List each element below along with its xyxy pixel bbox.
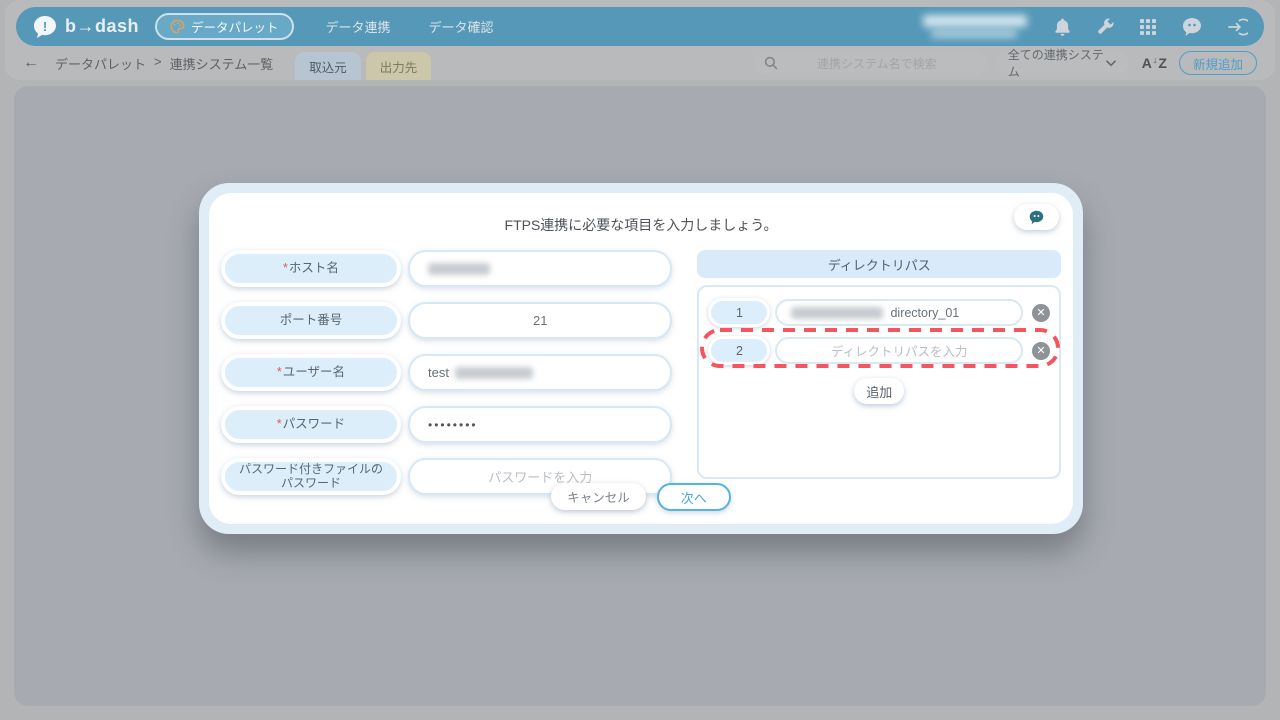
bell-icon[interactable] xyxy=(1053,17,1072,37)
svg-text:!: ! xyxy=(43,19,47,34)
data-palette-label: データパレット xyxy=(191,17,279,36)
apps-grid-icon[interactable] xyxy=(1139,18,1157,36)
breadcrumb-separator: > xyxy=(154,54,162,73)
logout-icon[interactable] xyxy=(1227,17,1248,37)
sort-arrow-icon: ↓ xyxy=(1153,56,1158,65)
wrench-icon[interactable] xyxy=(1096,17,1115,36)
data-palette-button[interactable]: データパレット xyxy=(155,13,294,40)
directory-path-panel: ディレクトリパス 1 directory_01 ✕ 2 ディレクトリパスを入力 xyxy=(697,250,1061,495)
source-tabs: 取込元 出力先 xyxy=(295,52,431,80)
tab-import-source[interactable]: 取込元 xyxy=(295,52,361,80)
ftps-form: *ホスト名 ポート番号 21 *ユーザー名 test *パスワード ••••••… xyxy=(221,250,672,495)
assistant-button[interactable] xyxy=(1014,204,1059,230)
file-password-label: パスワード付きファイルのパスワード xyxy=(221,458,401,495)
password-value-masked: •••••••• xyxy=(428,418,478,432)
add-directory-button[interactable]: 追加 xyxy=(854,378,904,404)
directory-panel-title: ディレクトリパス xyxy=(697,250,1061,278)
sort-z: Z xyxy=(1158,56,1167,70)
form-row-host: *ホスト名 xyxy=(221,250,672,287)
nav-item-data-integration[interactable]: データ連携 xyxy=(326,17,391,36)
system-filter-value: 全ての連携システム xyxy=(1008,46,1106,80)
account-name-redacted xyxy=(923,14,1031,40)
host-input[interactable] xyxy=(408,250,672,287)
add-new-button[interactable]: 新規追加 xyxy=(1179,51,1257,75)
ftps-settings-modal: FTPS連携に必要な項目を入力しましょう。 *ホスト名 ポート番号 21 *ユー… xyxy=(199,183,1083,534)
host-value-redacted xyxy=(428,263,490,275)
form-row-username: *ユーザー名 test xyxy=(221,354,672,391)
tab-output-destination[interactable]: 出力先 xyxy=(366,52,432,80)
sort-a: A xyxy=(1142,56,1152,70)
directory-list: 1 directory_01 ✕ 2 ディレクトリパスを入力 ✕ xyxy=(697,285,1061,479)
directory-path-input-2[interactable]: ディレクトリパスを入力 xyxy=(775,337,1023,364)
directory-1-prefix-redacted xyxy=(791,307,883,319)
form-row-port: ポート番号 21 xyxy=(221,302,672,339)
password-label: *パスワード xyxy=(221,406,401,443)
password-input[interactable]: •••••••• xyxy=(408,406,672,443)
sort-az-button[interactable]: A↓Z xyxy=(1142,56,1167,70)
nav-item-data-confirmation[interactable]: データ確認 xyxy=(429,17,494,36)
directory-row-1-index: 1 xyxy=(708,298,770,327)
host-label: *ホスト名 xyxy=(221,250,401,287)
directory-row-2-index: 2 xyxy=(708,336,770,365)
top-nav-links: データ連携 データ確認 xyxy=(326,17,494,36)
username-value-redacted xyxy=(455,367,533,379)
assistant-mascot-icon xyxy=(1028,210,1045,225)
search-icon xyxy=(764,56,778,70)
back-arrow-icon[interactable]: ← xyxy=(23,55,39,71)
breadcrumb-system-list: 連携システム一覧 xyxy=(170,54,274,73)
breadcrumb-data-palette[interactable]: データパレット xyxy=(55,54,146,73)
next-button[interactable]: 次へ xyxy=(657,483,731,511)
top-navigation-bar: ! b→dash データパレット データ連携 データ確認 xyxy=(16,7,1264,46)
system-filter-dropdown[interactable]: 全ての連携システム xyxy=(996,51,1128,75)
mascot-chat-icon[interactable] xyxy=(1181,17,1203,37)
directory-row-2-delete-icon[interactable]: ✕ xyxy=(1032,342,1050,360)
port-input[interactable]: 21 xyxy=(408,302,672,339)
directory-2-placeholder: ディレクトリパスを入力 xyxy=(831,341,968,360)
bdash-logo-icon: ! xyxy=(32,14,58,40)
search-placeholder: 連携システム名で検索 xyxy=(778,55,976,72)
port-label: ポート番号 xyxy=(221,302,401,339)
header-container: ! b→dash データパレット データ連携 データ確認 xyxy=(5,0,1275,80)
breadcrumb: データパレット > 連携システム一覧 xyxy=(55,54,273,73)
bdash-logo-text: b→dash xyxy=(65,16,139,37)
sub-header-bar: ← データパレット > 連携システム一覧 取込元 出力先 連携システム名で検索 … xyxy=(5,46,1275,80)
palette-icon xyxy=(170,19,185,34)
directory-row-1: 1 directory_01 ✕ xyxy=(708,298,1050,327)
directory-1-value: directory_01 xyxy=(890,306,959,320)
username-input[interactable]: test xyxy=(408,354,672,391)
directory-row-1-delete-icon[interactable]: ✕ xyxy=(1032,304,1050,322)
username-label: *ユーザー名 xyxy=(221,354,401,391)
search-input[interactable]: 連携システム名で検索 xyxy=(754,51,986,75)
directory-row-2: 2 ディレクトリパスを入力 ✕ xyxy=(708,336,1050,365)
bdash-logo[interactable]: ! b→dash xyxy=(32,14,139,40)
directory-path-input-1[interactable]: directory_01 xyxy=(775,299,1023,326)
modal-title: FTPS連携に必要な項目を入力しましょう。 xyxy=(218,215,1064,235)
username-value: test xyxy=(428,365,449,380)
chevron-down-icon xyxy=(1106,60,1116,67)
cancel-button[interactable]: キャンセル xyxy=(551,483,646,510)
port-value: 21 xyxy=(533,313,547,328)
form-row-password: *パスワード •••••••• xyxy=(221,406,672,443)
